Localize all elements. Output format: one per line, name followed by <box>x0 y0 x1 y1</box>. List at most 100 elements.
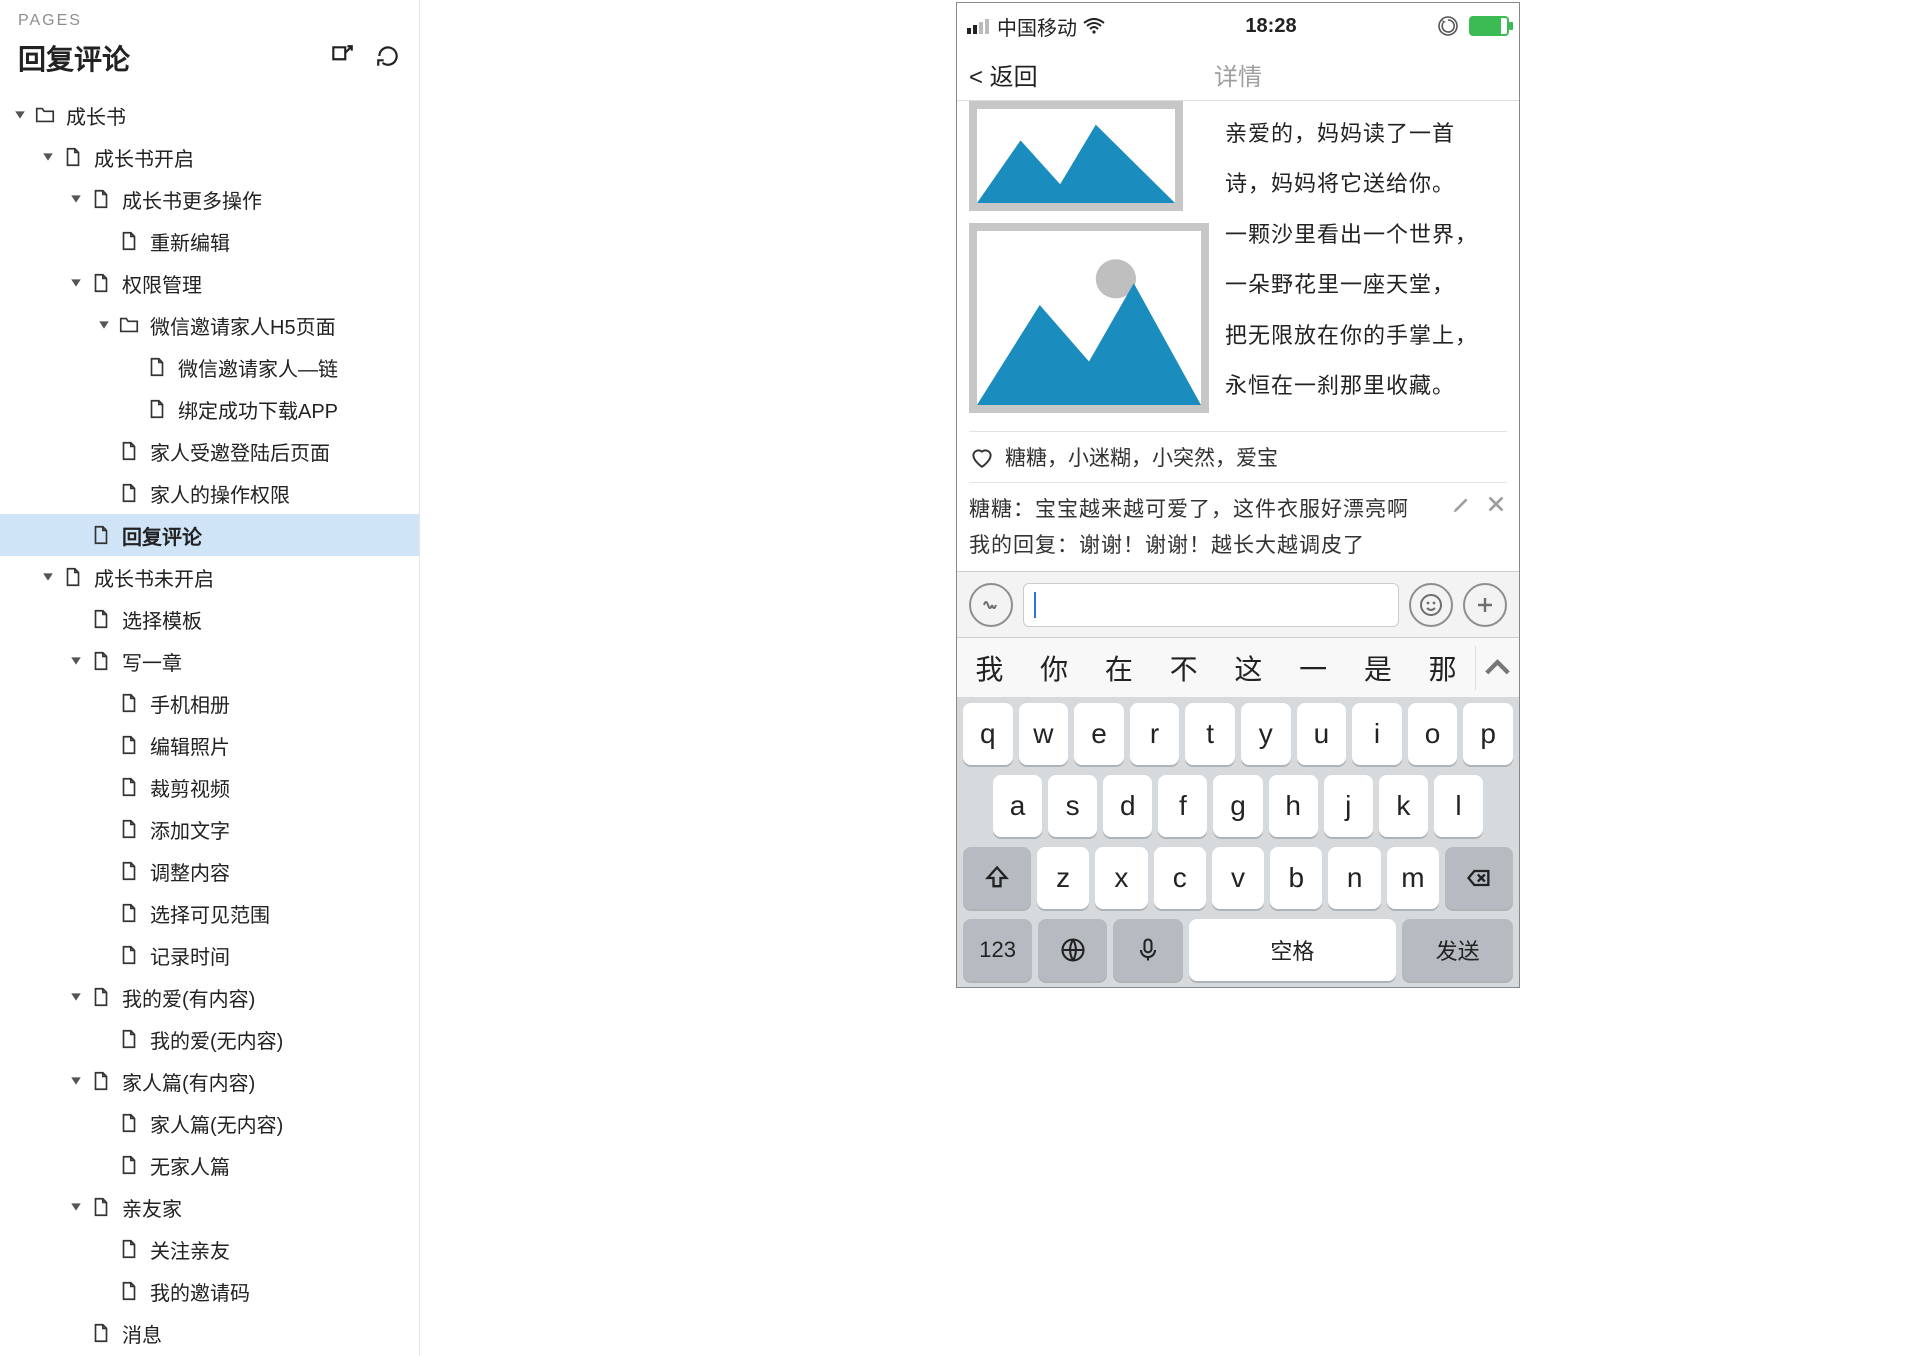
chevron-up-icon[interactable] <box>1475 646 1519 690</box>
tree[interactable]: 成长书成长书开启成长书更多操作重新编辑权限管理微信邀请家人H5页面微信邀请家人—… <box>0 90 419 1356</box>
key-d[interactable]: d <box>1103 775 1152 837</box>
candidate[interactable]: 我 <box>957 648 1022 688</box>
tree-item[interactable]: 成长书未开启 <box>0 556 419 598</box>
tree-item[interactable]: 成长书开启 <box>0 136 419 178</box>
key-q[interactable]: q <box>963 703 1013 765</box>
candidate[interactable]: 这 <box>1216 648 1281 688</box>
key-j[interactable]: j <box>1324 775 1373 837</box>
key-v[interactable]: v <box>1212 847 1264 909</box>
tree-item[interactable]: 调整内容 <box>0 850 419 892</box>
key-h[interactable]: h <box>1269 775 1318 837</box>
key-w[interactable]: w <box>1019 703 1069 765</box>
key-n[interactable]: n <box>1328 847 1380 909</box>
key-x[interactable]: x <box>1095 847 1147 909</box>
text-input[interactable] <box>1023 583 1399 627</box>
key-i[interactable]: i <box>1352 703 1402 765</box>
canvas: 中国移动 18:28 < 返回 详情 <box>420 0 1930 1356</box>
tree-item[interactable]: 关注亲友 <box>0 1228 419 1270</box>
backspace-key[interactable] <box>1445 847 1513 909</box>
tree-item[interactable]: 编辑照片 <box>0 724 419 766</box>
close-icon[interactable] <box>1485 493 1507 520</box>
export-icon[interactable] <box>329 43 355 74</box>
tree-item[interactable]: 微信邀请家人—链 <box>0 346 419 388</box>
tree-item[interactable]: 添加文字 <box>0 808 419 850</box>
thumbnail-1[interactable] <box>969 101 1183 211</box>
key-f[interactable]: f <box>1158 775 1207 837</box>
candidate[interactable]: 在 <box>1087 648 1152 688</box>
candidate[interactable]: 你 <box>1022 648 1087 688</box>
numeric-key[interactable]: 123 <box>963 919 1032 981</box>
caret-icon <box>68 611 84 627</box>
tree-item[interactable]: 我的邀请码 <box>0 1270 419 1312</box>
tree-item[interactable]: 家人篇(有内容) <box>0 1060 419 1102</box>
tree-item-label: 成长书 <box>66 101 126 130</box>
key-m[interactable]: m <box>1387 847 1439 909</box>
heart-icon[interactable] <box>969 444 995 470</box>
tree-item[interactable]: 写一章 <box>0 640 419 682</box>
shift-key[interactable] <box>963 847 1031 909</box>
page-title: 回复评论 <box>18 38 130 78</box>
tree-item[interactable]: 家人受邀登陆后页面 <box>0 430 419 472</box>
key-c[interactable]: c <box>1154 847 1206 909</box>
tree-item[interactable]: 成长书更多操作 <box>0 178 419 220</box>
key-a[interactable]: a <box>993 775 1042 837</box>
tree-item[interactable]: 无家人篇 <box>0 1144 419 1186</box>
key-y[interactable]: y <box>1241 703 1291 765</box>
caret-icon <box>96 821 112 837</box>
key-r[interactable]: r <box>1130 703 1180 765</box>
file-icon <box>118 1280 140 1302</box>
file-icon <box>118 692 140 714</box>
back-button[interactable]: < 返回 <box>957 57 1038 92</box>
key-t[interactable]: t <box>1185 703 1235 765</box>
key-g[interactable]: g <box>1213 775 1262 837</box>
key-l[interactable]: l <box>1434 775 1483 837</box>
key-s[interactable]: s <box>1048 775 1097 837</box>
candidate[interactable]: 不 <box>1151 648 1216 688</box>
key-u[interactable]: u <box>1297 703 1347 765</box>
candidate[interactable]: 一 <box>1281 648 1346 688</box>
plus-icon[interactable] <box>1463 583 1507 627</box>
tree-item[interactable]: 家人篇(无内容) <box>0 1102 419 1144</box>
tree-item[interactable]: 手机相册 <box>0 682 419 724</box>
tree-item[interactable]: 绑定成功下载APP <box>0 388 419 430</box>
thumbnail-2[interactable] <box>969 223 1209 413</box>
tree-item-label: 消息 <box>122 1319 162 1348</box>
file-icon <box>90 524 112 546</box>
tree-item[interactable]: 选择模板 <box>0 598 419 640</box>
file-icon <box>62 566 84 588</box>
voice-wave-icon[interactable] <box>969 583 1013 627</box>
key-e[interactable]: e <box>1074 703 1124 765</box>
caret-icon <box>96 1283 112 1299</box>
emoji-icon[interactable] <box>1409 583 1453 627</box>
tree-item[interactable]: 消息 <box>0 1312 419 1354</box>
refresh-icon[interactable] <box>375 43 401 74</box>
candidate[interactable]: 那 <box>1410 648 1475 688</box>
key-o[interactable]: o <box>1408 703 1458 765</box>
send-key[interactable]: 发送 <box>1402 919 1513 981</box>
caret-icon <box>68 191 84 207</box>
tree-item[interactable]: 重新编辑 <box>0 220 419 262</box>
tree-item[interactable]: 微信邀请家人H5页面 <box>0 304 419 346</box>
tree-item[interactable]: 我的爱(无内容) <box>0 1018 419 1060</box>
tree-item[interactable]: 家人的操作权限 <box>0 472 419 514</box>
tree-item[interactable]: 选择可见范围 <box>0 892 419 934</box>
tree-item[interactable]: 记录时间 <box>0 934 419 976</box>
key-k[interactable]: k <box>1379 775 1428 837</box>
caret-icon <box>96 1157 112 1173</box>
mic-key[interactable] <box>1113 919 1182 981</box>
candidate[interactable]: 是 <box>1346 648 1411 688</box>
globe-key[interactable] <box>1038 919 1107 981</box>
space-key[interactable]: 空格 <box>1189 919 1397 981</box>
key-p[interactable]: p <box>1463 703 1513 765</box>
key-b[interactable]: b <box>1270 847 1322 909</box>
tree-item[interactable]: 回复评论 <box>0 514 419 556</box>
tree-item[interactable]: 裁剪视频 <box>0 766 419 808</box>
tree-item[interactable]: 亲友家 <box>0 1186 419 1228</box>
tree-item[interactable]: 我的爱(有内容) <box>0 976 419 1018</box>
tree-item[interactable]: 权限管理 <box>0 262 419 304</box>
tree-item[interactable]: 成长书 <box>0 94 419 136</box>
caret-icon <box>96 317 112 333</box>
key-z[interactable]: z <box>1037 847 1089 909</box>
edit-icon[interactable] <box>1451 493 1473 520</box>
likes-row: 糖糖，小迷糊，小突然，爱宝 <box>969 431 1507 483</box>
